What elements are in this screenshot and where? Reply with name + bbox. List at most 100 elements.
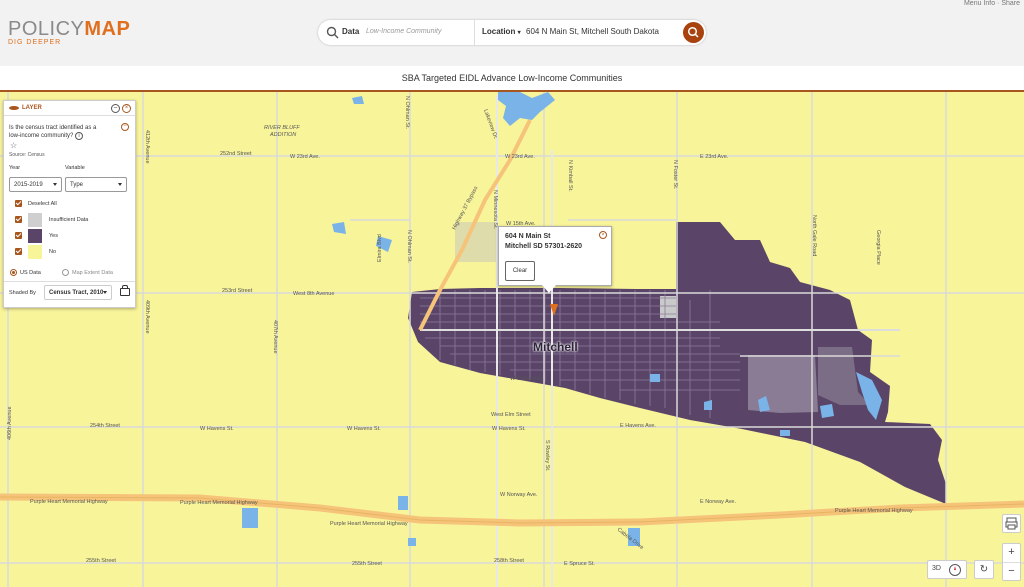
map-label: North Gale Road bbox=[811, 215, 817, 256]
top-links[interactable]: Menu Info · Share bbox=[964, 0, 1020, 7]
location-dropdown[interactable]: Location ▾ bbox=[482, 27, 521, 36]
map-label: RIVER BLUFF bbox=[264, 125, 300, 131]
legend-swatch-yes bbox=[28, 229, 42, 243]
address-popup: 604 N Main St Mitchell SD 57301-2620 × C… bbox=[498, 226, 612, 286]
year-select[interactable]: 2015-2019 bbox=[9, 177, 62, 192]
map-label: W Havens St. bbox=[200, 426, 234, 432]
map-label: W Norway Ave. bbox=[500, 492, 538, 498]
year-select-value: 2015-2019 bbox=[14, 182, 43, 188]
layer-question-text: Is the census tract identified as a low-… bbox=[9, 125, 97, 139]
info-icon[interactable]: i bbox=[75, 132, 84, 140]
map-label: S Rowley St. bbox=[544, 440, 550, 472]
3d-toggle-button[interactable]: 3D bbox=[932, 565, 941, 572]
map-label: W 23rd Ave. bbox=[505, 154, 535, 160]
map-label: 253rd Street bbox=[222, 288, 253, 294]
pond bbox=[820, 404, 834, 418]
reset-rotation-button[interactable]: ↻ bbox=[974, 560, 994, 579]
map-title: SBA Targeted EIDL Advance Low-Income Com… bbox=[401, 73, 623, 83]
shaded-by-select[interactable]: Census Tract, 2010 bbox=[44, 285, 112, 300]
us-data-radio[interactable] bbox=[10, 269, 17, 276]
map-label: W Cedar Ave. bbox=[510, 376, 544, 382]
legend-checkbox-no[interactable] bbox=[15, 248, 22, 255]
map-canvas[interactable]: RIVER BLUFF ADDITION 252nd Street W 23rd… bbox=[0, 92, 1024, 587]
variable-label: Variable bbox=[65, 165, 85, 171]
map-label: 255th Street bbox=[352, 561, 382, 567]
map-extent-label: Map Extent Data bbox=[72, 270, 113, 276]
popup-address-line2: Mitchell SD 57301-2620 bbox=[505, 243, 583, 250]
logo-text: POLICY bbox=[8, 18, 85, 40]
zoom-in-button[interactable]: + bbox=[1003, 544, 1020, 562]
layer-panel: LAYER – × Is the census tract identified… bbox=[3, 100, 136, 308]
minimize-icon[interactable]: – bbox=[111, 104, 120, 113]
map-label: West Elm Street bbox=[491, 412, 531, 418]
tract-insufficient-area[interactable] bbox=[455, 222, 498, 262]
clear-button[interactable]: Clear bbox=[505, 261, 535, 281]
variable-select-value: Type bbox=[70, 182, 84, 188]
map-label: E 23rd Ave. bbox=[700, 154, 729, 160]
layer-panel-title: LAYER bbox=[22, 105, 42, 111]
divider bbox=[4, 281, 135, 282]
collapse-icon[interactable]: − bbox=[121, 123, 129, 131]
lake-mitchell bbox=[498, 92, 555, 126]
chevron-down-icon: ▾ bbox=[517, 30, 521, 36]
search-button[interactable] bbox=[683, 22, 704, 43]
pond bbox=[780, 430, 790, 436]
map-extent-radio[interactable] bbox=[62, 269, 69, 276]
tract-insufficient-area[interactable] bbox=[660, 296, 676, 318]
view-control: 3D bbox=[927, 560, 967, 579]
app-header: POLICYMAP DIG DEEPER Menu Info · Share D… bbox=[0, 0, 1024, 66]
map-label: N Ohlman St. bbox=[404, 96, 410, 129]
map-label: 409th Avenue bbox=[144, 300, 150, 334]
map-label: Purple Heart Memorial Highway bbox=[30, 499, 108, 505]
data-search-input[interactable]: Low-Income Community bbox=[366, 28, 441, 35]
map-label: E Norway Ave. bbox=[700, 499, 736, 505]
pond bbox=[650, 374, 660, 382]
chevron-down-icon bbox=[53, 183, 57, 186]
pond bbox=[408, 538, 416, 546]
print-button[interactable] bbox=[1002, 514, 1021, 533]
pond bbox=[352, 96, 364, 104]
map-label: W 23rd Ave. bbox=[290, 154, 320, 160]
map-label: 252nd Street bbox=[220, 151, 252, 157]
shaded-by-value: Census Tract, 2010 bbox=[49, 290, 104, 296]
map-label: Elmira Blvd bbox=[377, 234, 383, 262]
logo-text-bold: MAP bbox=[84, 18, 131, 40]
data-label: Data bbox=[342, 27, 360, 36]
city-label: Mitchell bbox=[533, 340, 578, 354]
legend-label-no: No bbox=[49, 249, 57, 255]
legend-swatch-insufficient bbox=[28, 213, 42, 227]
popup-address-line1: 604 N Main St bbox=[505, 233, 551, 240]
map-label: Purple Heart Memorial Highway bbox=[180, 500, 258, 506]
legend-checkbox-insufficient[interactable] bbox=[15, 216, 22, 223]
zoom-out-button[interactable]: − bbox=[1003, 562, 1020, 581]
map-label: 255th Street bbox=[86, 558, 116, 564]
location-input[interactable]: 604 N Main St, Mitchell South Dakota bbox=[526, 27, 659, 36]
legend-checkbox-yes[interactable] bbox=[15, 232, 22, 239]
close-icon[interactable]: × bbox=[122, 104, 131, 113]
map-label: N Foster St. bbox=[672, 160, 678, 190]
search-bar: Data Low-Income Community Location ▾ 604… bbox=[318, 20, 706, 45]
deselect-all-label: Deselect All bbox=[28, 201, 57, 207]
policymap-logo[interactable]: POLICYMAP DIG DEEPER bbox=[8, 18, 130, 46]
deselect-all-checkbox[interactable] bbox=[15, 200, 22, 207]
variable-select[interactable]: Type bbox=[65, 177, 127, 192]
location-label: Location bbox=[482, 27, 516, 36]
legend-swatch-no bbox=[28, 245, 42, 259]
us-data-label: US Data bbox=[20, 270, 41, 276]
compass-icon[interactable] bbox=[949, 564, 961, 576]
pond bbox=[242, 508, 258, 528]
location-marker-icon[interactable] bbox=[550, 304, 558, 316]
map-label: 258th Street bbox=[494, 558, 524, 564]
close-icon[interactable]: × bbox=[599, 231, 607, 239]
map-label: W Havens St. bbox=[492, 426, 526, 432]
star-icon[interactable]: ☆ bbox=[10, 141, 17, 150]
shaded-by-label: Shaded By bbox=[9, 290, 36, 296]
lock-icon[interactable] bbox=[120, 285, 130, 296]
map-label: 412th Avenue bbox=[144, 130, 150, 164]
map-label: Purple Heart Memorial Highway bbox=[330, 521, 408, 527]
map-label: 407th Avenue bbox=[272, 320, 278, 354]
map-label: West 8th Avenue bbox=[293, 291, 334, 297]
map-label: N Ohlman St. bbox=[406, 230, 412, 263]
tract-insufficient-area[interactable] bbox=[748, 355, 818, 413]
chevron-down-icon bbox=[103, 291, 107, 294]
